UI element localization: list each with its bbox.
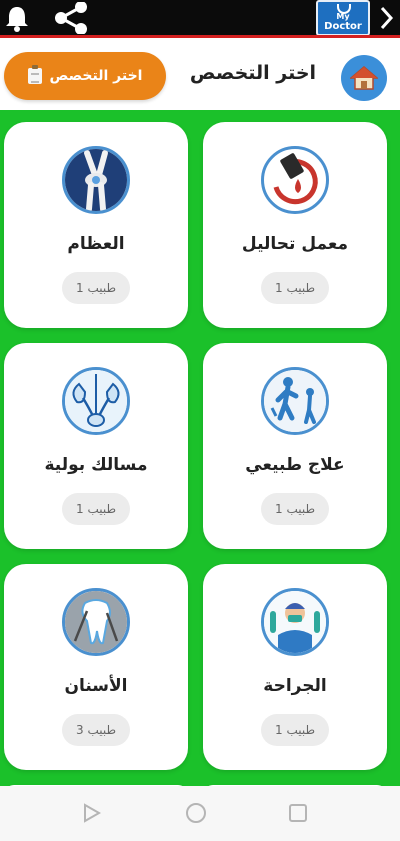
choose-specialty-label: اختر التخصص (49, 68, 143, 84)
specialty-name: معمل تحاليل (241, 234, 349, 254)
specialty-name: الأسنان (64, 676, 128, 696)
home-icon (350, 66, 378, 90)
doctor-count-badge: 3 طبيب (62, 714, 130, 746)
specialty-card[interactable]: مسالك بولية 1 طبيب (4, 343, 188, 549)
clipboard-icon (27, 65, 42, 84)
system-nav-bar (0, 786, 400, 841)
urology-icon (62, 367, 130, 435)
choose-specialty-button[interactable]: اختر التخصص (4, 52, 166, 100)
specialty-card[interactable]: العظام 1 طبيب (4, 122, 188, 328)
specialty-card[interactable]: الأسنان 3 طبيب (4, 564, 188, 770)
specialty-name: علاج طبيعي (245, 455, 345, 475)
doctor-count-badge: 1 طبيب (62, 272, 130, 304)
chevron-right-icon[interactable] (372, 0, 400, 36)
home-button[interactable] (341, 55, 387, 101)
bones-icon (62, 146, 130, 214)
specialty-card[interactable]: علاج طبيعي 1 طبيب (203, 343, 387, 549)
doctor-count-badge: 1 طبيب (261, 272, 329, 304)
accent-line (0, 35, 400, 38)
specialty-card[interactable]: معمل تحاليل 1 طبيب (203, 122, 387, 328)
share-icon[interactable] (50, 0, 92, 36)
doctor-count-badge: 1 طبيب (261, 493, 329, 525)
doctor-count-badge: 1 طبيب (261, 714, 329, 746)
tooth-icon (62, 588, 130, 656)
recents-square-icon[interactable] (286, 801, 310, 825)
back-triangle-icon[interactable] (80, 801, 104, 825)
logo-line2: Doctor (324, 21, 362, 32)
app-logo: My Doctor (316, 0, 370, 36)
specialty-card[interactable]: الجراحة 1 طبيب (203, 564, 387, 770)
physiotherapy-icon (261, 367, 329, 435)
bell-icon[interactable] (0, 0, 34, 36)
specialty-name: مسالك بولية (44, 455, 148, 475)
page-title: اختر التخصص (189, 62, 317, 84)
lab-icon (261, 146, 329, 214)
specialties-grid: معمل تحاليل 1 طبيب العظام 1 طبيب علاج طب… (0, 110, 400, 790)
specialty-name: العظام (67, 234, 125, 254)
specialty-name: الجراحة (263, 676, 327, 696)
doctor-count-badge: 1 طبيب (62, 493, 130, 525)
page-header: اختر التخصص اختر التخصص (0, 40, 400, 110)
surgeon-icon (261, 588, 329, 656)
top-bar: My Doctor (0, 0, 400, 38)
home-circle-icon[interactable] (184, 801, 208, 825)
